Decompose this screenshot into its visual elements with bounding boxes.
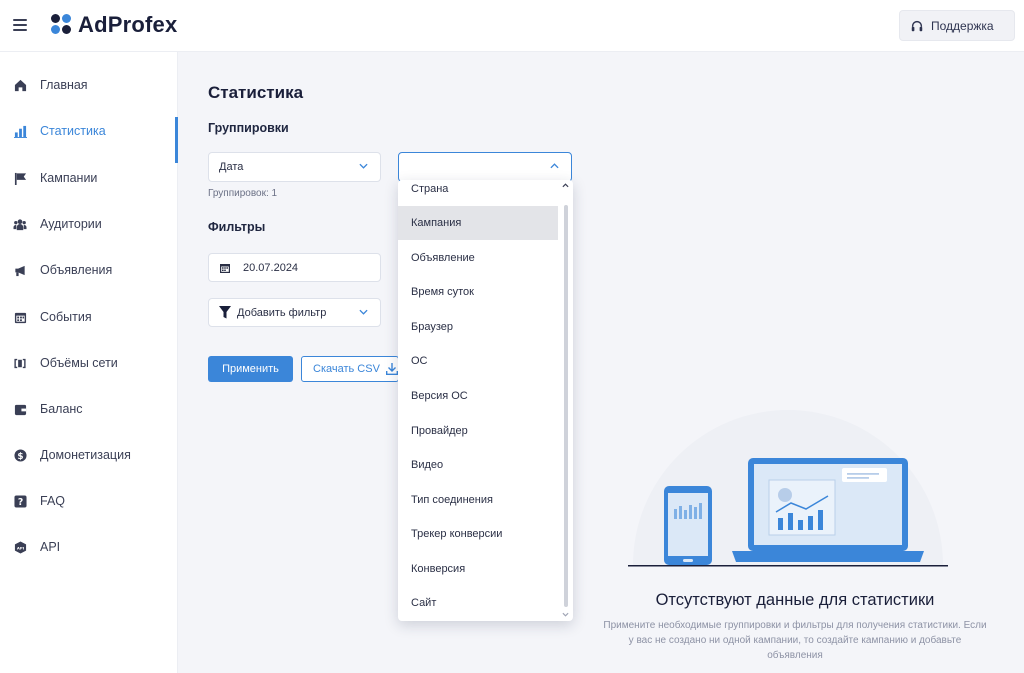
sidebar: Главная Статистика Кампании Аудитории Об… (0, 52, 178, 673)
sidebar-item-campaigns[interactable]: Кампании (0, 155, 178, 201)
empty-state-title: Отсутствуют данные для статистики (655, 591, 935, 609)
logo-icon (51, 14, 73, 36)
sidebar-item-api[interactable]: API API (0, 524, 178, 570)
sidebar-item-home[interactable]: Главная (0, 62, 178, 108)
scroll-down-icon[interactable] (562, 612, 569, 617)
sidebar-item-label: Главная (40, 78, 88, 92)
empty-state-illustration (628, 410, 948, 567)
groupings-count: Группировок: 1 (208, 188, 278, 199)
dropdown-option[interactable]: Тип соединения (398, 483, 558, 517)
sidebar-item-label: Статистика (40, 124, 106, 138)
api-icon: API (13, 540, 27, 554)
headset-icon (911, 20, 923, 31)
filters-heading: Фильтры (208, 220, 266, 234)
sidebar-item-audiences[interactable]: Аудитории (0, 201, 178, 247)
download-icon (385, 363, 398, 375)
users-icon (13, 217, 27, 231)
sidebar-item-label: Объёмы сети (40, 356, 118, 370)
svg-text:?: ? (17, 497, 22, 508)
sidebar-item-label: Кампании (40, 171, 98, 185)
sidebar-item-label: Аудитории (40, 217, 102, 231)
grouping-select[interactable]: Дата (208, 152, 381, 182)
calendar-icon (13, 310, 27, 324)
scroll-up-icon[interactable] (562, 183, 569, 188)
date-value: 20.07.2024 (243, 261, 299, 274)
grouping-dropdown: Страна Кампания Объявление Время суток Б… (398, 180, 573, 621)
grouping-select-value: Дата (219, 161, 244, 173)
sidebar-item-statistics[interactable]: Статистика (0, 108, 178, 163)
calendar-icon (220, 263, 230, 273)
add-filter-label: Добавить фильтр (237, 306, 327, 319)
dropdown-option[interactable]: Сайт (398, 586, 558, 620)
sidebar-item-network-volume[interactable]: Объёмы сети (0, 340, 178, 386)
support-label: Поддержка (931, 18, 994, 33)
download-csv-button[interactable]: Скачать CSV (301, 356, 399, 382)
empty-state-description: Примените необходимые группировки и филь… (603, 620, 987, 661)
sidebar-item-label: Баланс (40, 402, 83, 416)
apply-button[interactable]: Применить (208, 356, 293, 382)
sidebar-item-monetization[interactable]: $ Домонетизация (0, 432, 178, 478)
date-picker[interactable]: 20.07.2024 (208, 253, 381, 282)
svg-text:$: $ (17, 451, 23, 461)
question-icon: ? (13, 494, 27, 508)
dropdown-option[interactable]: Провайдер (398, 414, 558, 448)
sidebar-item-events[interactable]: События (0, 294, 178, 340)
megaphone-icon (13, 263, 27, 277)
dropdown-option[interactable]: Версия ОС (398, 379, 558, 413)
dropdown-option[interactable]: Страна (398, 180, 558, 206)
sidebar-item-label: Объявления (40, 263, 113, 277)
flag-icon (13, 171, 27, 185)
chevron-up-icon (550, 163, 559, 169)
menu-icon[interactable] (13, 19, 27, 31)
filter-icon (219, 306, 231, 319)
dropdown-option[interactable]: Время суток (398, 275, 558, 309)
dropdown-option[interactable]: Конверсия (398, 552, 558, 586)
sidebar-item-label: Домонетизация (40, 448, 131, 462)
home-icon (13, 78, 27, 92)
sidebar-item-label: События (40, 310, 92, 324)
logo-text[interactable]: AdProfex (78, 12, 177, 38)
header: AdProfex Поддержка (0, 0, 1024, 52)
second-grouping-select[interactable] (398, 152, 572, 182)
dropdown-option[interactable]: Объявление (398, 241, 558, 275)
chevron-down-icon (359, 309, 368, 315)
page-title: Статистика (208, 83, 304, 102)
dropdown-option[interactable]: Видео (398, 448, 558, 482)
sidebar-item-label: FAQ (40, 494, 66, 508)
dollar-icon: $ (13, 448, 27, 462)
sidebar-item-label: API (40, 540, 61, 554)
groupings-heading: Группировки (208, 121, 289, 135)
sidebar-item-balance[interactable]: Баланс (0, 386, 178, 432)
dropdown-option[interactable]: Трекер конверсии (398, 517, 558, 551)
dropdown-option[interactable]: Кампания (398, 206, 558, 240)
svg-text:API: API (16, 545, 24, 550)
sidebar-item-faq[interactable]: ? FAQ (0, 478, 178, 524)
bar-chart-icon (13, 124, 27, 138)
dropdown-scrollbar[interactable] (564, 205, 568, 607)
add-filter-select[interactable]: Добавить фильтр (208, 298, 381, 327)
sidebar-item-ads[interactable]: Объявления (0, 247, 178, 293)
dropdown-option[interactable]: Браузер (398, 310, 558, 344)
chevron-down-icon (359, 163, 368, 169)
volume-icon (13, 356, 27, 370)
dropdown-option[interactable]: ОС (398, 344, 558, 378)
download-csv-label: Скачать CSV (313, 363, 380, 375)
support-button[interactable]: Поддержка (899, 10, 1015, 41)
wallet-icon (13, 402, 27, 416)
